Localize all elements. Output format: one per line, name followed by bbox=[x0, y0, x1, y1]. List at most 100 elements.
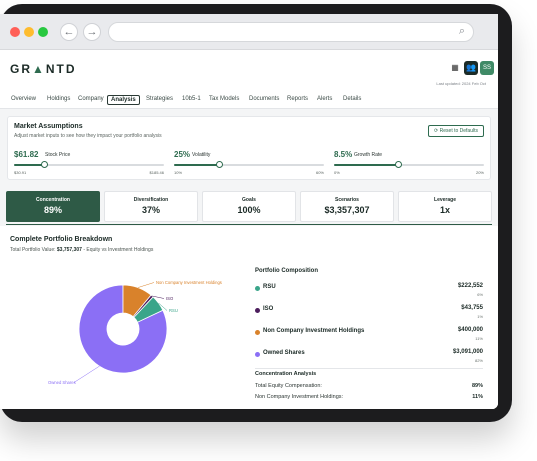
tab-company[interactable]: Company bbox=[75, 95, 107, 103]
total-portfolio-value: $3,757,307 bbox=[56, 247, 82, 253]
composition-percent: 82% bbox=[474, 358, 483, 363]
concentration-label: Non Company Investment Holdings: bbox=[255, 394, 344, 400]
concentration-analysis-title: Concentration Analysis bbox=[255, 371, 317, 377]
card-leverage[interactable]: Leverage 1x bbox=[398, 191, 492, 222]
tab-strategies[interactable]: Strategies bbox=[143, 95, 176, 103]
pie-label-leader bbox=[137, 282, 155, 288]
composition-title: Portfolio Composition bbox=[255, 268, 318, 274]
metric-cards: Concentration 89% Diversification 37% Go… bbox=[6, 191, 492, 224]
search-icon: ⌕ bbox=[458, 25, 465, 37]
back-arrow-icon[interactable]: ← bbox=[60, 23, 78, 41]
composition-row-rsu: RSU $222,552 6% bbox=[255, 283, 483, 305]
growth-rate-value: 8.5% bbox=[334, 150, 353, 159]
composition-amount: $222,552 bbox=[457, 283, 483, 289]
slider-max: 60% bbox=[315, 170, 324, 175]
market-assumptions-title: Market Assumptions bbox=[14, 123, 83, 130]
slider-min: 10% bbox=[174, 170, 183, 175]
logo-text: GR bbox=[10, 62, 32, 76]
avatar[interactable]: SS bbox=[480, 61, 494, 75]
market-assumptions-subtitle: Adjust market inputs to see how they imp… bbox=[14, 133, 162, 139]
tab-documents[interactable]: Documents bbox=[246, 95, 282, 103]
card-label: Goals bbox=[242, 197, 256, 203]
pie-label: RSU bbox=[169, 308, 178, 313]
slider-handle[interactable] bbox=[41, 161, 48, 168]
address-bar[interactable]: ⌕ bbox=[108, 22, 474, 42]
portfolio-donut-chart: Owned Shares Non Company Investment Holdi… bbox=[48, 280, 222, 385]
stock-price-slider[interactable]: $61.82 Stock Price $30.91 $185.46 bbox=[14, 150, 164, 176]
composition-name: RSU bbox=[263, 284, 276, 290]
maximize-window-icon[interactable] bbox=[38, 27, 48, 37]
composition-name: ISO bbox=[263, 306, 274, 312]
card-value: 37% bbox=[141, 205, 160, 215]
tab-overview[interactable]: Overview bbox=[8, 95, 39, 103]
reset-to-defaults-button[interactable]: ⟳ Reset to Defaults bbox=[428, 125, 484, 137]
logo-text-tail: NTD bbox=[45, 62, 77, 76]
tab-10b5-1[interactable]: 10b5-1 bbox=[179, 95, 204, 103]
slider-track[interactable] bbox=[14, 161, 164, 168]
volatility-slider[interactable]: 25% Volatility 10% 60% bbox=[174, 150, 324, 176]
tab-analysis[interactable]: Analysis bbox=[107, 95, 140, 105]
slider-handle[interactable] bbox=[216, 161, 223, 168]
composition-percent: 6% bbox=[477, 292, 483, 297]
composition-name: Non Company Investment Holdings bbox=[263, 328, 365, 334]
concentration-row-non-company: Non Company Investment Holdings: 11% bbox=[255, 394, 483, 404]
logo-arrow-icon: ▲ bbox=[32, 62, 46, 76]
concentration-value: 89% bbox=[471, 383, 483, 389]
composition-percent: 11% bbox=[475, 336, 483, 341]
tab-reports[interactable]: Reports bbox=[284, 95, 311, 103]
growth-rate-slider[interactable]: 8.5% Growth Rate 0% 20% bbox=[334, 150, 484, 176]
composition-row-non-company: Non Company Investment Holdings $400,000… bbox=[255, 327, 483, 349]
volatility-value: 25% bbox=[174, 150, 191, 159]
pie-label: Non Company Investment Holdings bbox=[156, 280, 222, 285]
card-diversification[interactable]: Diversification 37% bbox=[104, 191, 198, 222]
divider bbox=[255, 368, 483, 369]
last-updated-text: Last updated: 2024 Feb Oct bbox=[436, 81, 486, 86]
reset-label: Reset to Defaults bbox=[439, 128, 478, 134]
grid-icon[interactable]: ▦ bbox=[448, 61, 462, 75]
card-label: Leverage bbox=[434, 197, 456, 203]
tab-tax-models[interactable]: Tax Models bbox=[206, 95, 242, 103]
composition-amount: $3,091,000 bbox=[452, 349, 483, 355]
composition-row-iso: ISO $43,755 1% bbox=[255, 305, 483, 327]
breakdown-subtitle: Total Portfolio Value: $3,757,307 - Equi… bbox=[10, 247, 153, 253]
minimize-window-icon[interactable] bbox=[24, 27, 34, 37]
app: GR▲NTD ▦ 👥 SS Last updated: 2024 Feb Oct… bbox=[0, 50, 498, 409]
slider-max: $185.46 bbox=[149, 170, 164, 175]
composition-amount: $400,000 bbox=[457, 327, 483, 333]
market-assumptions-panel: Market Assumptions Adjust market inputs … bbox=[7, 116, 491, 180]
card-goals[interactable]: Goals 100% bbox=[202, 191, 296, 222]
card-label: Diversification bbox=[133, 197, 169, 203]
slider-track[interactable] bbox=[334, 161, 484, 168]
composition-name: Owned Shares bbox=[263, 350, 305, 356]
card-value: $3,357,307 bbox=[324, 205, 370, 215]
forward-arrow-icon[interactable]: → bbox=[83, 23, 101, 41]
slider-track[interactable] bbox=[174, 161, 324, 168]
portfolio-breakdown-panel: Complete Portfolio Breakdown Total Portf… bbox=[0, 226, 498, 409]
breakdown-title: Complete Portfolio Breakdown bbox=[10, 236, 113, 243]
slider-fill bbox=[334, 164, 398, 166]
sub-prefix: Total Portfolio Value: bbox=[10, 247, 56, 253]
card-value: 1x bbox=[439, 205, 450, 215]
pie-label: ISO bbox=[166, 296, 174, 301]
tab-holdings[interactable]: Holdings bbox=[44, 95, 73, 103]
concentration-label: Total Equity Compensation: bbox=[255, 383, 322, 389]
app-header: GR▲NTD ▦ 👥 SS Last updated: 2024 Feb Oct bbox=[0, 50, 498, 92]
tab-details[interactable]: Details bbox=[340, 95, 364, 103]
tab-alerts[interactable]: Alerts bbox=[314, 95, 335, 103]
legend-dot bbox=[255, 352, 260, 357]
slider-min: $30.91 bbox=[14, 170, 27, 175]
card-concentration[interactable]: Concentration 89% bbox=[6, 191, 100, 222]
tab-bar: Overview Holdings Company Analysis Strat… bbox=[0, 92, 498, 109]
users-icon[interactable]: 👥 bbox=[464, 61, 478, 75]
logo[interactable]: GR▲NTD bbox=[10, 62, 77, 76]
cards-underline bbox=[6, 224, 492, 225]
growth-rate-label: Growth Rate bbox=[354, 152, 383, 158]
pie-label: Owned Shares bbox=[48, 380, 76, 385]
slider-fill bbox=[14, 164, 44, 166]
composition-percent: 1% bbox=[477, 314, 483, 319]
close-window-icon[interactable] bbox=[10, 27, 20, 37]
screen: ← → ⌕ GR▲NTD ▦ 👥 SS Last updated: 2024 F… bbox=[0, 14, 498, 409]
card-scenarios[interactable]: Scenarios $3,357,307 bbox=[300, 191, 394, 222]
slider-handle[interactable] bbox=[394, 161, 402, 168]
card-label: Concentration bbox=[36, 197, 70, 203]
